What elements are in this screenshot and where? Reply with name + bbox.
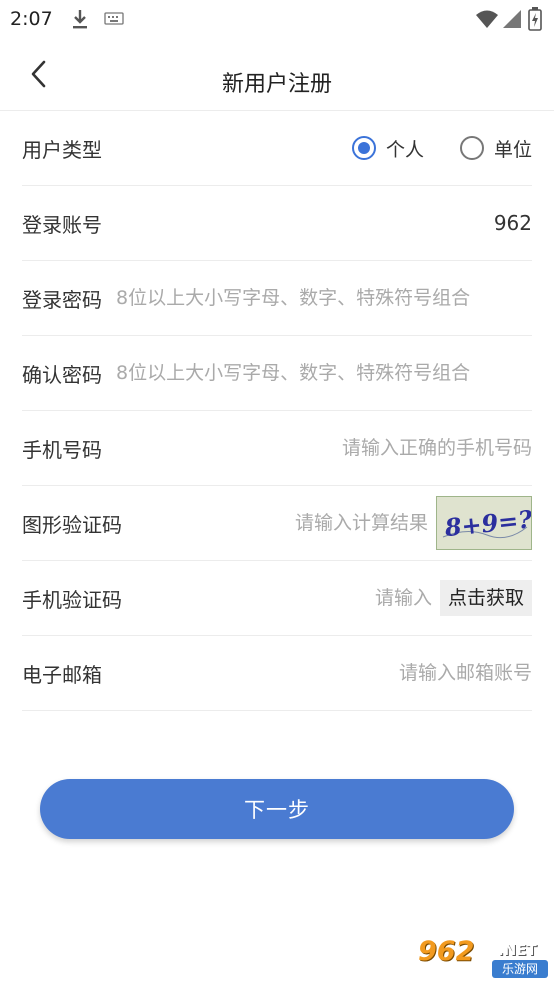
radio-label-personal: 个人 bbox=[385, 138, 424, 161]
sms-code-input[interactable] bbox=[311, 587, 432, 609]
user-type-row: 用户类型 个人 单位 bbox=[22, 111, 532, 186]
password-row: 登录密码 bbox=[22, 261, 532, 336]
email-input[interactable] bbox=[116, 662, 532, 684]
confirm-password-input[interactable] bbox=[116, 362, 532, 384]
phone-row: 手机号码 bbox=[22, 411, 532, 486]
download-icon bbox=[73, 10, 87, 29]
radio-option-personal[interactable]: 个人 bbox=[351, 135, 424, 162]
captcha-image[interactable]: 8+9=? bbox=[436, 496, 535, 550]
radio-label-organization: 单位 bbox=[493, 138, 532, 161]
phone-input[interactable] bbox=[116, 437, 532, 459]
radio-option-organization[interactable]: 单位 bbox=[459, 135, 532, 162]
email-label: 电子邮箱 bbox=[22, 662, 102, 687]
captcha-text: 8+9=? bbox=[442, 504, 531, 542]
account-value[interactable]: 962 bbox=[494, 211, 532, 235]
account-label: 登录账号 bbox=[22, 212, 102, 237]
confirm-password-label: 确认密码 bbox=[22, 362, 102, 387]
wifi-icon bbox=[476, 10, 498, 28]
get-sms-code-button[interactable]: 点击获取 bbox=[439, 580, 532, 616]
next-step-button[interactable]: 下一步 bbox=[40, 779, 514, 839]
user-type-label: 用户类型 bbox=[22, 137, 102, 162]
registration-form: 用户类型 个人 单位 登录账号 962 登录密码 确认密码 手机号码 图形验证码 bbox=[22, 111, 535, 711]
account-row: 登录账号 962 bbox=[22, 186, 532, 261]
radio-checked-icon bbox=[351, 136, 376, 160]
watermark-suffix: .NET bbox=[498, 941, 537, 959]
status-time: 2:07 bbox=[10, 8, 53, 30]
user-type-radio-group: 个人 单位 bbox=[351, 135, 532, 162]
status-bar: 2:07 bbox=[0, 0, 554, 38]
confirm-password-row: 确认密码 bbox=[22, 336, 532, 411]
captcha-row: 图形验证码 8+9=? bbox=[22, 486, 535, 561]
battery-icon bbox=[528, 7, 542, 31]
sms-code-row: 手机验证码 点击获取 bbox=[22, 561, 532, 636]
keyboard-icon bbox=[104, 12, 124, 25]
nav-bar: 新用户注册 bbox=[0, 38, 554, 111]
watermark-logo: 962 .NET 乐游网 bbox=[414, 934, 548, 980]
phone-label: 手机号码 bbox=[22, 437, 102, 462]
sms-code-label: 手机验证码 bbox=[22, 587, 122, 612]
captcha-label: 图形验证码 bbox=[22, 512, 122, 537]
watermark-brand: 962 bbox=[418, 936, 475, 967]
password-label: 登录密码 bbox=[22, 287, 102, 312]
watermark-subtitle: 乐游网 bbox=[492, 960, 548, 978]
signal-icon bbox=[503, 10, 521, 28]
captcha-input[interactable] bbox=[278, 512, 428, 534]
email-row: 电子邮箱 bbox=[22, 636, 532, 711]
page-title: 新用户注册 bbox=[221, 72, 332, 97]
password-input[interactable] bbox=[116, 287, 532, 309]
radio-unchecked-icon bbox=[459, 136, 484, 160]
